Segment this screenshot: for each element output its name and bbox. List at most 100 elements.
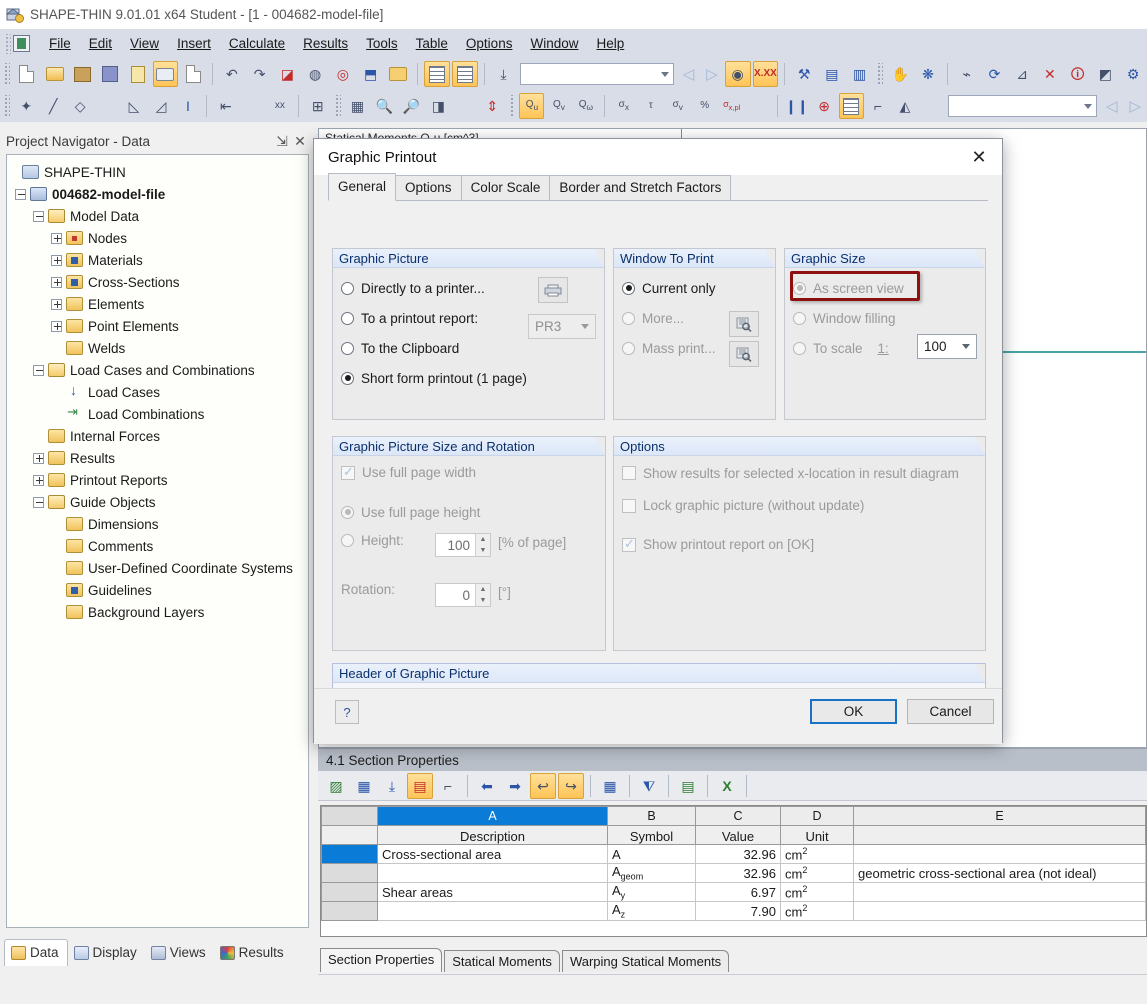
menu-tools[interactable]: Tools [357,33,407,54]
dropdown-polygon-icon[interactable] [95,93,120,119]
radio-mass-print[interactable]: Mass print... [622,336,716,360]
edit-section-icon[interactable]: ◪ [275,61,301,87]
pin-icon[interactable]: ⇲ [273,133,291,150]
fill-color-icon[interactable]: ◨ [426,93,451,119]
new-arc-icon[interactable]: ◺ [122,93,147,119]
move-nodes-icon[interactable]: ⬒ [358,61,384,87]
tree-node-nodes[interactable]: Nodes [7,227,308,249]
new-element-icon[interactable]: ╱ [41,93,66,119]
pan-icon[interactable]: ✋ [887,61,913,87]
tree-toggle-icon[interactable] [15,189,26,200]
radio-directly-to-printer[interactable]: Directly to a printer... [341,276,527,300]
next-table-icon[interactable]: ➡ [502,773,528,799]
tree-node-guidelines[interactable]: Guidelines [7,579,308,601]
result-sigma-x-icon[interactable]: σx [611,93,636,119]
tree-node-internal-forces[interactable]: Internal Forces [7,425,308,447]
column-header-C[interactable]: C [696,807,781,826]
cell-comment[interactable]: geometric cross-sectional area (not idea… [854,864,1146,883]
zoom-in-icon[interactable]: 🔍 [372,93,397,119]
row-header[interactable] [322,883,378,902]
intersect-icon[interactable]: ✕ [1037,61,1063,87]
rotate-section-icon[interactable]: ◎ [330,61,356,87]
cell-unit[interactable]: cm2 [781,883,854,902]
menu-window[interactable]: Window [521,33,587,54]
cell-value[interactable]: 32.96 [696,845,781,864]
navigator-tab-data[interactable]: Data [4,939,68,966]
table-row[interactable]: Shear areasAy6.97cm2 [322,883,1146,902]
menu-view[interactable]: View [121,33,168,54]
cell-unit[interactable]: cm2 [781,845,854,864]
mirror-icon[interactable]: ⊿ [1009,61,1035,87]
column-header-E[interactable]: E [854,807,1146,826]
checkbox-lock-graphic-picture[interactable]: Lock graphic picture (without update) [622,498,975,513]
cell-value[interactable]: 6.97 [696,883,781,902]
dropdown-spectrum-icon[interactable] [919,93,944,119]
radio-to-clipboard[interactable]: To the Clipboard [341,336,527,360]
sheet-tab-warping-statical-moments[interactable]: Warping Statical Moments [562,950,729,972]
radio-to-scale[interactable]: To scale 1: [793,336,904,360]
table-row[interactable]: Ageom32.96cm2geometric cross-sectional a… [322,864,1146,883]
menu-help[interactable]: Help [587,33,633,54]
stepper-buttons[interactable]: ▲▼ [475,534,490,556]
next-view-icon[interactable]: ▷ [1124,97,1147,115]
new-profile-icon[interactable]: I [176,93,201,119]
tree-node-point-elements[interactable]: Point Elements [7,315,308,337]
cell-description[interactable]: Cross-sectional area [378,845,608,864]
menu-gripper[interactable] [4,34,11,54]
menu-table[interactable]: Table [407,33,457,54]
tab-options[interactable]: Options [395,175,462,200]
result-sigma-v-icon[interactable]: σv [665,93,690,119]
height-stepper[interactable]: 100 ▲▼ [435,533,491,557]
color-scale-icon[interactable] [839,93,864,119]
navigator-tab-display[interactable]: Display [68,940,145,966]
result-values-icon[interactable]: X.XX [753,61,779,87]
checkbox-use-full-page-width[interactable]: Use full page width [341,465,480,480]
tree-node-model-data[interactable]: Model Data [7,205,308,227]
menu-edit[interactable]: Edit [80,33,121,54]
tree-node-printout-reports[interactable]: Printout Reports [7,469,308,491]
print-preview-icon[interactable]: ▤ [675,773,701,799]
new-comment-icon[interactable]: xx [267,93,292,119]
menu-insert[interactable]: Insert [168,33,220,54]
cell-comment[interactable] [854,883,1146,902]
center-icon[interactable]: ⊕ [812,93,837,119]
show-all-icon[interactable]: ▦ [345,93,370,119]
cell-symbol[interactable]: A [608,845,696,864]
menu-results[interactable]: Results [294,33,357,54]
tree-node-shape-thin[interactable]: SHAPE-THIN [7,161,308,183]
magnifier-list-icon-2[interactable] [729,341,759,367]
rotation-stepper[interactable]: 0 ▲▼ [435,583,491,607]
clipboard-icon[interactable] [125,61,151,87]
toolbar-gripper-2[interactable] [876,63,883,85]
tree-toggle-icon[interactable] [51,277,62,288]
stepper-buttons[interactable]: ▲▼ [475,584,490,606]
guideline-icon[interactable]: ⊞ [305,93,330,119]
border-icon[interactable]: ⌐ [866,93,891,119]
selection-icon[interactable]: ⌐ [435,773,461,799]
radio-window-filling[interactable]: Window filling [793,306,904,330]
info-icon[interactable]: 🛈 [1065,61,1091,87]
select-section-icon[interactable]: ◍ [302,61,328,87]
close-icon[interactable]: ✕ [956,139,1002,175]
tree-node-load-cases-and-combinations[interactable]: Load Cases and Combinations [7,359,308,381]
tree-node-elements[interactable]: Elements [7,293,308,315]
rotate-icon[interactable]: ⟳ [982,61,1008,87]
toolbar-gripper[interactable] [3,63,10,85]
show-results-icon[interactable]: ◉ [725,61,751,87]
tree-node-results[interactable]: Results [7,447,308,469]
radio-as-screen-view[interactable]: As screen view [793,276,904,300]
cancel-button[interactable]: Cancel [907,699,994,724]
print-preview-icon[interactable] [180,61,206,87]
sheet-tab-statical-moments[interactable]: Statical Moments [444,950,560,972]
table-style-icon[interactable]: ▤ [407,773,433,799]
magnifier-list-icon[interactable] [729,311,759,337]
dropdown-result-icon[interactable] [746,93,771,119]
tree-node-004682-model-file[interactable]: 004682-model-file [7,183,308,205]
navigator-tree[interactable]: SHAPE-THIN004682-model-fileModel DataNod… [6,154,309,928]
cell-value[interactable]: 7.90 [696,902,781,921]
new-taper-icon[interactable]: ◿ [149,93,174,119]
printout-report-select[interactable]: PR3 [528,314,596,339]
gears-icon[interactable]: ⚙ [1120,61,1146,87]
cell-symbol[interactable]: Az [608,902,696,921]
row-header[interactable] [322,845,378,864]
